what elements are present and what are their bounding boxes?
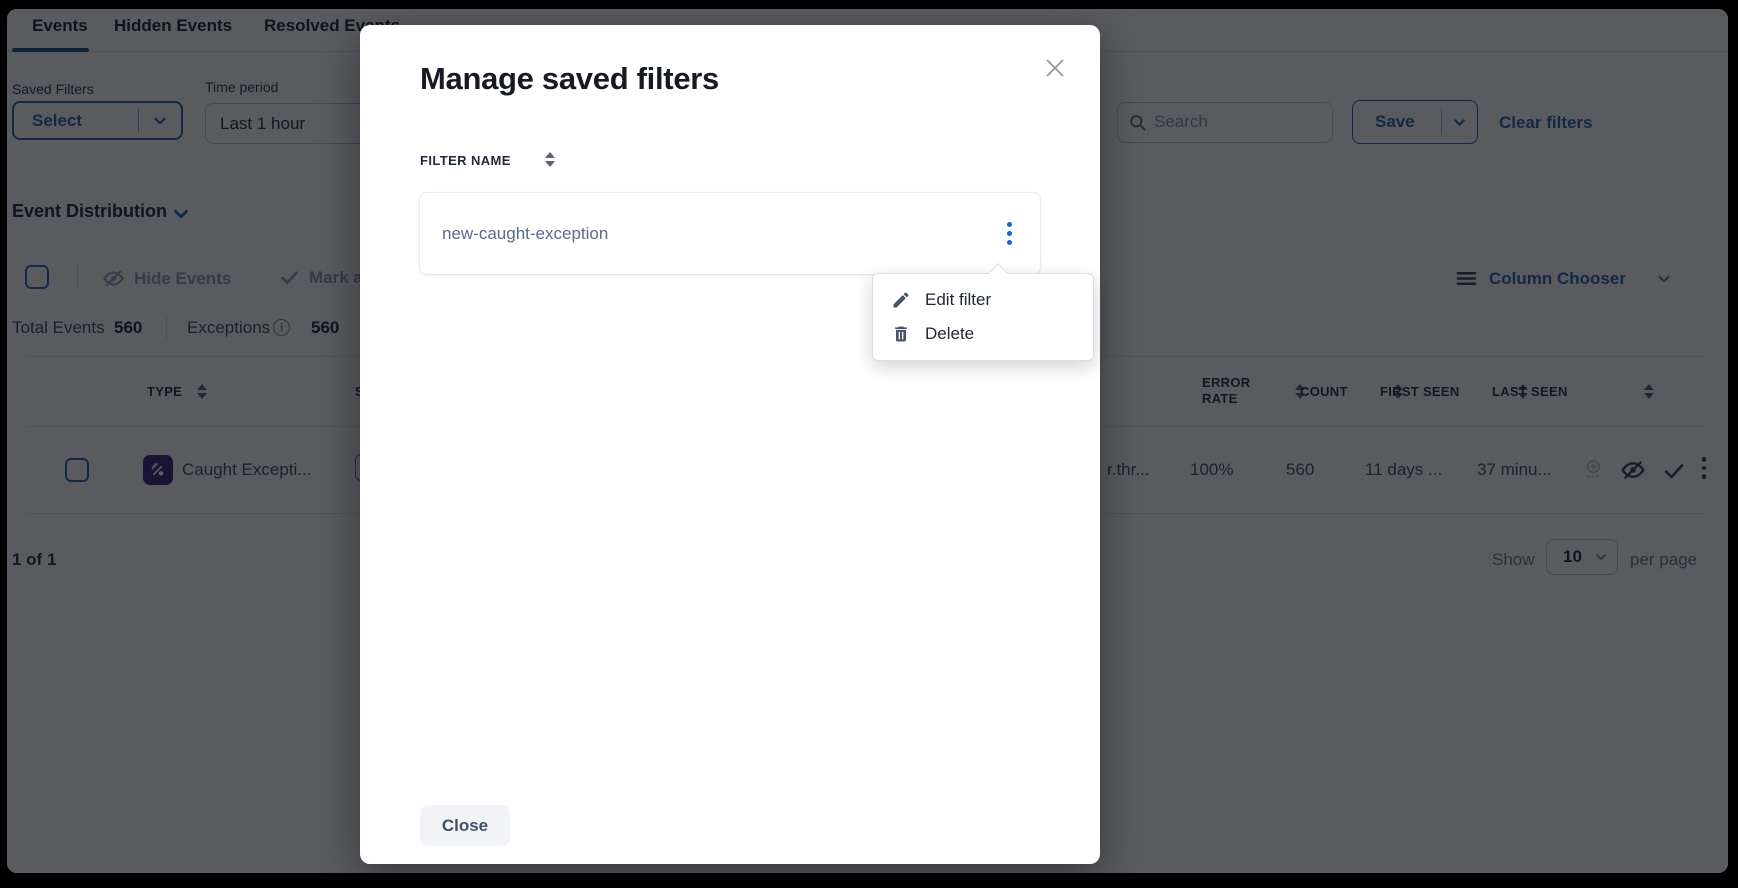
- pencil-icon: [891, 290, 911, 310]
- saved-filter-row: new-caught-exception: [419, 192, 1041, 275]
- close-icon[interactable]: [1040, 53, 1070, 83]
- menu-item-label: Delete: [925, 324, 974, 344]
- manage-saved-filters-modal: Manage saved filters FILTER NAME new-cau…: [360, 25, 1100, 864]
- menu-item-label: Edit filter: [925, 290, 991, 310]
- saved-filter-name: new-caught-exception: [442, 224, 608, 244]
- close-button[interactable]: Close: [420, 805, 510, 846]
- filter-name-column-header[interactable]: FILTER NAME: [420, 153, 511, 168]
- trash-icon: [891, 324, 911, 344]
- sort-icon[interactable]: [545, 152, 556, 167]
- modal-title: Manage saved filters: [420, 61, 719, 97]
- filter-context-menu: Edit filter Delete: [872, 273, 1094, 361]
- menu-item-edit-filter[interactable]: Edit filter: [873, 283, 1093, 317]
- menu-item-delete[interactable]: Delete: [873, 317, 1093, 351]
- filter-kebab-menu-icon[interactable]: [996, 219, 1022, 249]
